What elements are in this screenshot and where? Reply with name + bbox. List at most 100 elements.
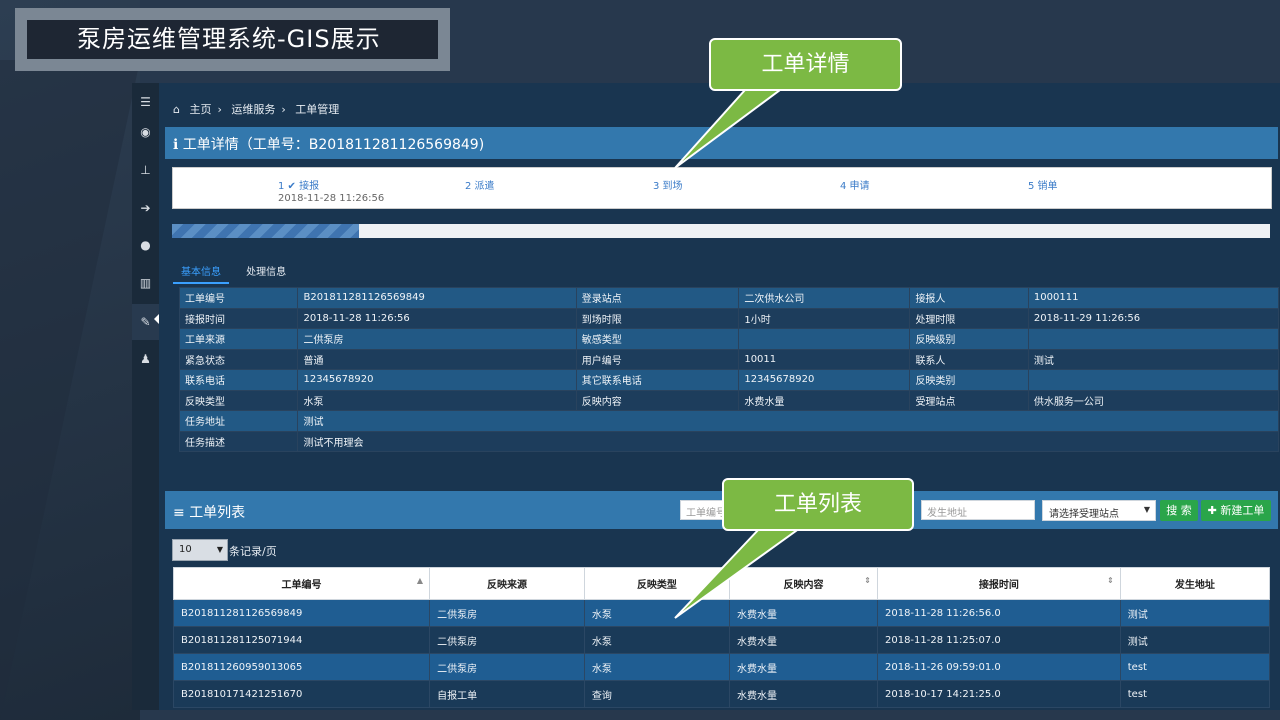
column-header-label: 反映类型 — [636, 580, 677, 591]
menu-icon[interactable]: ☰ — [132, 87, 159, 117]
table-cell: 2018-10-17 14:21:25.0 — [876, 680, 1121, 708]
info-label: 工单编号 — [178, 287, 299, 309]
step-2[interactable]: 2 派遣 — [465, 177, 495, 192]
breadcrumb-home[interactable]: 主页 — [189, 103, 211, 116]
table-cell: 水费水量 — [728, 680, 878, 708]
info-value — [1027, 369, 1280, 391]
info-value: 供水服务一公司 — [1027, 389, 1280, 411]
globe-icon[interactable]: ◉ — [132, 117, 159, 147]
info-value: 1小时 — [738, 307, 911, 329]
callout-list: 工单列表 — [722, 478, 914, 531]
per-page-label: 条记录/页 — [229, 545, 277, 558]
info-value: 1000111 — [1027, 287, 1280, 309]
table-cell: test — [1119, 680, 1271, 708]
sign-in-icon[interactable]: ➔ — [132, 193, 159, 223]
order-list-table: 工单编号 ▲ 反映来源 反映类型 反映内容 ⇕ 接报时间 ⇕ 发生地址 B201811281126… — [172, 567, 1271, 708]
detail-tabs: 基本信息 处理信息 — [173, 260, 298, 284]
home-icon[interactable]: ⌂ — [173, 103, 180, 116]
step-label: 3 到场 — [653, 181, 683, 192]
app-window: ☰ ◉ ⊥ ➔ ● ▥ ✎ ♟ ⌂ 主页 › 运维服务 › 工单管理 ℹ 工单详情（… — [132, 83, 1280, 710]
info-value: 二次供水公司 — [738, 287, 911, 309]
sort-icon[interactable]: ⇕ — [864, 576, 871, 585]
column-header-label: 发生地址 — [1174, 580, 1215, 591]
per-page-select[interactable]: 10 ▼ — [172, 539, 228, 561]
tab-process-info[interactable]: 处理信息 — [238, 261, 294, 282]
info-label: 到场时限 — [575, 307, 740, 329]
info-label: 任务地址 — [178, 410, 299, 432]
info-value: 测试不用理会 — [297, 430, 1279, 452]
slide-title-box: 泵房运维管理系统-GIS展示 — [15, 8, 450, 71]
step-4[interactable]: 4 申请 — [840, 177, 870, 192]
wrench-icon[interactable]: ✎ — [132, 304, 161, 340]
user-icon[interactable]: ♟ — [132, 344, 159, 374]
sitemap-icon[interactable]: ⊥ — [132, 155, 159, 185]
address-input[interactable]: 发生地址 — [921, 500, 1035, 520]
info-label: 工单来源 — [178, 328, 299, 350]
station-select[interactable]: 请选择受理站点 ▼ — [1042, 500, 1156, 521]
column-header[interactable]: 发生地址 — [1119, 567, 1271, 600]
column-header[interactable]: 反映来源 — [429, 567, 585, 600]
table-cell: 水泵 — [583, 626, 730, 654]
table-cell: 2018-11-28 11:25:07.0 — [876, 626, 1121, 654]
list-panel-title: 工单列表 — [189, 505, 246, 521]
info-label: 用户编号 — [575, 348, 740, 370]
detail-panel-title: 工单详情（工单号：B201811281126569849) — [182, 137, 485, 153]
per-page-value: 10 — [179, 544, 192, 555]
info-value: 12345678920 — [297, 369, 577, 391]
info-value: 二供泵房 — [297, 328, 577, 350]
water-drop-icon[interactable]: ● — [132, 230, 159, 260]
basic-info-table: 工单编号 B201811281126569849 登录站点 二次供水公司 接报人 1000… — [178, 287, 1280, 452]
chevron-down-icon: ▼ — [216, 545, 223, 554]
info-icon: ℹ — [173, 137, 179, 153]
table-row[interactable]: B201811281125071944 二供泵房 水泵 水费水量 2018-11-28 … — [172, 626, 1271, 654]
column-header[interactable]: 反映内容 ⇕ — [728, 567, 878, 600]
info-row: 反映类型 水泵 反映内容 水费水量 受理站点 供水服务一公司 — [178, 389, 1280, 411]
table-cell: B201810171421251670 — [172, 680, 431, 708]
info-row: 接报时间 2018-11-28 11:26:56 到场时限 1小时 处理时限 2018-1… — [178, 307, 1280, 329]
info-label: 登录站点 — [575, 287, 740, 309]
step-1[interactable]: 1 ✔ 接报 2018-11-28 11:26:56 — [278, 177, 384, 204]
search-button[interactable]: 搜 索 — [1160, 500, 1198, 521]
table-cell: 水费水量 — [728, 599, 878, 627]
info-label: 反映类型 — [178, 389, 299, 411]
step-date: 2018-11-28 11:26:56 — [278, 193, 385, 204]
info-label: 接报时间 — [178, 307, 299, 329]
table-row[interactable]: B201811260959013065 二供泵房 水泵 水费水量 2018-11-26 … — [172, 653, 1271, 681]
info-label: 接报人 — [909, 287, 1029, 309]
info-label: 敏感类型 — [575, 328, 740, 350]
column-header[interactable]: 反映类型 — [583, 567, 730, 600]
table-cell: 水费水量 — [728, 626, 878, 654]
table-header-row: 工单编号 ▲ 反映来源 反映类型 反映内容 ⇕ 接报时间 ⇕ 发生地址 — [172, 567, 1271, 600]
info-value: 水费水量 — [738, 389, 911, 411]
tab-basic-info[interactable]: 基本信息 — [173, 261, 229, 284]
column-header-label: 接报时间 — [978, 580, 1019, 591]
info-row: 工单编号 B201811281126569849 登录站点 二次供水公司 接报人 1000… — [178, 287, 1280, 309]
sort-icon[interactable]: ▲ — [417, 576, 423, 585]
progress-fill — [172, 224, 359, 238]
info-label: 联系人 — [909, 348, 1029, 370]
column-header[interactable]: 工单编号 ▲ — [172, 567, 431, 600]
new-order-button[interactable]: ✚ 新建工单 — [1201, 500, 1271, 521]
step-3[interactable]: 3 到场 — [653, 177, 683, 192]
bar-chart-icon[interactable]: ▥ — [132, 268, 159, 298]
column-header[interactable]: 接报时间 ⇕ — [876, 567, 1121, 600]
step-label: 2 派遣 — [465, 181, 495, 192]
breadcrumb-sep: › — [281, 103, 286, 116]
breadcrumb-service[interactable]: 运维服务 — [231, 103, 275, 116]
sort-icon[interactable]: ⇕ — [1107, 576, 1114, 585]
info-row: 任务地址 测试 — [178, 410, 1279, 432]
info-label: 反映类别 — [909, 369, 1029, 391]
main-content: ⌂ 主页 › 运维服务 › 工单管理 ℹ 工单详情（工单号：B20181128112… — [159, 83, 1280, 710]
table-cell: 2018-11-28 11:26:56.0 — [876, 599, 1121, 627]
table-cell: 2018-11-26 09:59:01.0 — [876, 653, 1121, 681]
breadcrumb-orders: 工单管理 — [295, 103, 340, 116]
column-header-label: 反映内容 — [783, 580, 824, 591]
step-5[interactable]: 5 销单 — [1028, 177, 1058, 192]
detail-panel-header: ℹ 工单详情（工单号：B201811281126569849) — [165, 127, 1278, 159]
table-cell: test — [1119, 653, 1271, 681]
slide-decoration — [0, 60, 140, 720]
table-cell: 水费水量 — [728, 653, 878, 681]
table-row[interactable]: B201810171421251670 自报工单 查询 水费水量 2018-10-17 … — [172, 680, 1271, 708]
table-row[interactable]: B201811281126569849 二供泵房 水泵 水费水量 2018-11-28 … — [172, 599, 1271, 627]
table-cell: 测试 — [1119, 626, 1271, 654]
